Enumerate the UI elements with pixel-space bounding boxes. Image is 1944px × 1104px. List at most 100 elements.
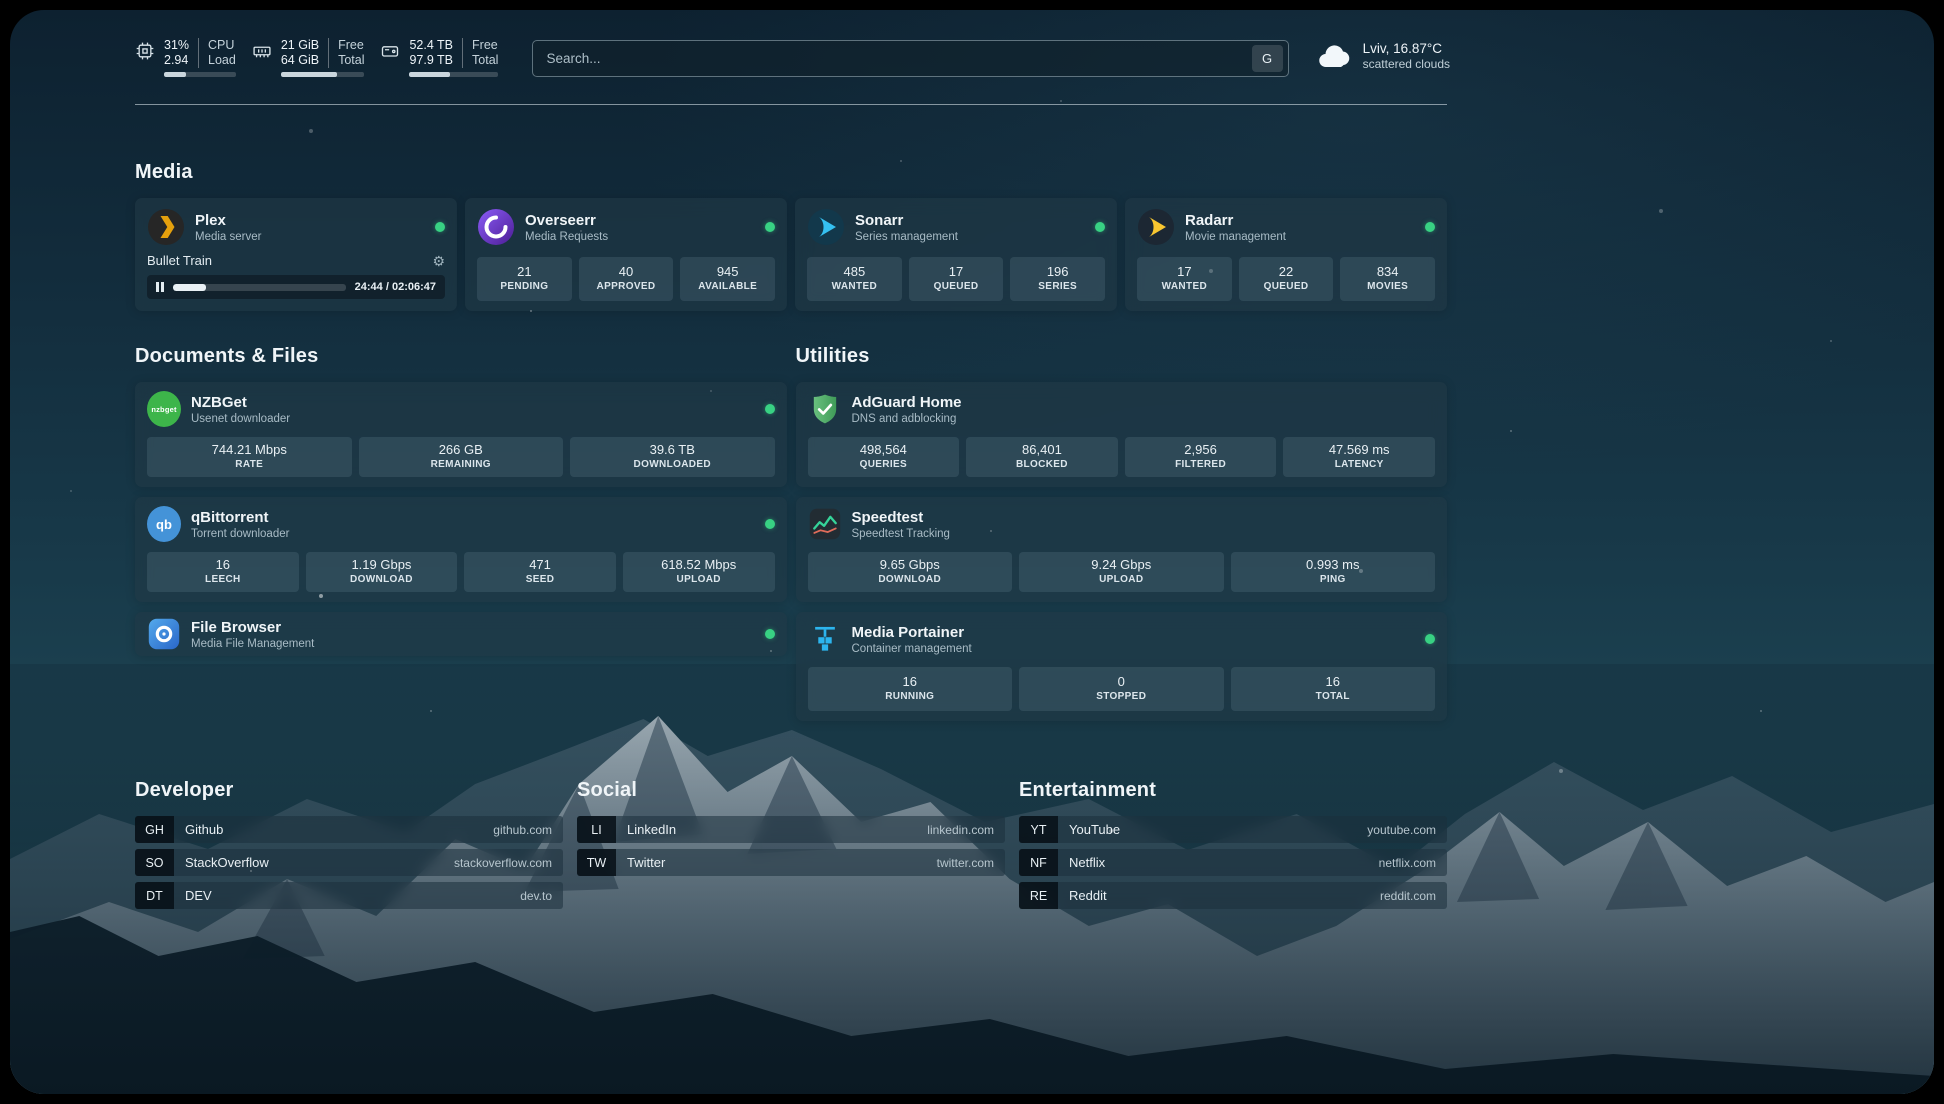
cpu-load-label: Load — [208, 53, 236, 68]
adguard-card[interactable]: AdGuard Home DNS and adblocking 498,564 … — [796, 382, 1448, 487]
ram-progress-bar — [281, 72, 365, 77]
stat-running: 16 RUNNING — [808, 667, 1013, 711]
pause-button[interactable] — [156, 282, 164, 292]
youtube-abbr: YT — [1019, 816, 1058, 843]
gear-icon[interactable]: ⚙ — [432, 254, 445, 268]
reddit-abbr: RE — [1019, 882, 1058, 909]
status-dot — [765, 519, 775, 529]
app-name: NZBGet — [191, 393, 290, 412]
window-frame: 31% 2.94 CPU Load — [0, 0, 1944, 1104]
header-divider — [135, 104, 1447, 105]
nzbget-card[interactable]: nzbget NZBGet Usenet downloader 744.21 M… — [135, 382, 787, 487]
overseerr-stats: 21 PENDING 40 APPROVED 945 AVAILABLE — [477, 257, 775, 301]
cpu-values: 31% 2.94 — [164, 38, 198, 68]
stat-label: LATENCY — [1285, 459, 1433, 471]
ram-icon — [252, 41, 272, 61]
cpu-progress-fill — [164, 72, 186, 77]
app-subtitle: Speedtest Tracking — [852, 527, 950, 541]
stat-value: 834 — [1342, 264, 1433, 280]
speedtest-card[interactable]: Speedtest Speedtest Tracking 9.65 Gbps D… — [796, 497, 1448, 602]
ram-labels: Free Total — [328, 38, 364, 68]
plex-card[interactable]: Plex Media server Bullet Train ⚙ — [135, 198, 457, 311]
sonarr-stats: 485 WANTED 17 QUEUED 196 SERIES — [807, 257, 1105, 301]
stat-blocked: 86,401 BLOCKED — [966, 437, 1118, 477]
overseerr-card[interactable]: Overseerr Media Requests 21 PENDING 40 A… — [465, 198, 787, 311]
app-subtitle: Series management — [855, 230, 958, 244]
stat-value: 86,401 — [968, 442, 1116, 458]
bookmark-twitter[interactable]: TW Twitter twitter.com — [577, 849, 1005, 876]
disk-progress-fill — [409, 72, 450, 77]
bookmark-youtube[interactable]: YT YouTube youtube.com — [1019, 816, 1447, 843]
stat-label: DOWNLOAD — [308, 574, 456, 586]
bookmark-name: Twitter — [616, 855, 665, 870]
cpu-readout: 31% 2.94 CPU Load — [164, 38, 236, 77]
stat-value: 0 — [1021, 674, 1222, 690]
plex-now-playing-row: Bullet Train ⚙ — [147, 253, 445, 268]
bookmark-github[interactable]: GH Github github.com — [135, 816, 563, 843]
cpu-labels: CPU Load — [198, 38, 236, 68]
weather-widget: Lviv, 16.87°C scattered clouds — [1317, 40, 1450, 72]
stat-upload: 9.24 Gbps UPLOAD — [1019, 552, 1224, 592]
stat-remaining: 266 GB REMAINING — [359, 437, 564, 477]
topbar: 31% 2.94 CPU Load — [135, 38, 1450, 88]
stat-label: QUEUED — [911, 281, 1002, 293]
bookmarks-grid: Developer GH Github github.com SO StackO… — [135, 779, 1447, 915]
stat-latency: 47.569 ms LATENCY — [1283, 437, 1435, 477]
stat-value: 618.52 Mbps — [625, 557, 773, 573]
bookmark-name: YouTube — [1058, 822, 1120, 837]
disk-monitor: 52.4 TB 97.9 TB Free Total — [380, 38, 498, 77]
search-provider-button[interactable]: G — [1252, 45, 1283, 72]
bookmark-linkedin[interactable]: LI LinkedIn linkedin.com — [577, 816, 1005, 843]
bookmark-name: Reddit — [1058, 888, 1107, 903]
netflix-abbr: NF — [1019, 849, 1058, 876]
playback-progress-bar[interactable] — [173, 284, 346, 291]
status-dot — [1425, 222, 1435, 232]
disk-values: 52.4 TB 97.9 TB — [409, 38, 462, 68]
stat-downloaded: 39.6 TB DOWNLOADED — [570, 437, 775, 477]
stat-approved: 40 APPROVED — [579, 257, 674, 301]
stat-label: REMAINING — [361, 459, 562, 471]
utilities-section-title: Utilities — [796, 345, 1448, 368]
ram-total-label: Total — [338, 53, 364, 68]
ram-total-value: 64 GiB — [281, 53, 319, 68]
filebrowser-header: File Browser Media File Management — [147, 617, 775, 651]
social-section-title: Social — [577, 779, 1005, 802]
stat-label: MOVIES — [1342, 281, 1433, 293]
app-name: Plex — [195, 211, 261, 230]
search-bar: G — [532, 40, 1288, 77]
search-input[interactable] — [546, 51, 1251, 66]
documents-section-title: Documents & Files — [135, 345, 787, 368]
bookmark-name: Github — [174, 822, 223, 837]
social-column: Social LI LinkedIn linkedin.com TW Twitt… — [577, 779, 1005, 882]
sonarr-card[interactable]: Sonarr Series management 485 WANTED 17 Q… — [795, 198, 1117, 311]
bookmark-url: youtube.com — [1367, 823, 1447, 837]
speedtest-stats: 9.65 Gbps DOWNLOAD 9.24 Gbps UPLOAD 0.99… — [808, 552, 1436, 592]
qbittorrent-stats: 16 LEECH 1.19 Gbps DOWNLOAD 471 SEED 6 — [147, 552, 775, 592]
ram-free-label: Free — [338, 38, 364, 53]
app-name: File Browser — [191, 618, 314, 637]
plex-player: 24:44 / 02:06:47 — [147, 275, 445, 299]
stat-value: 17 — [911, 264, 1002, 280]
bookmark-dev[interactable]: DT DEV dev.to — [135, 882, 563, 909]
stat-value: 16 — [149, 557, 297, 573]
stat-value: 17 — [1139, 264, 1230, 280]
qbittorrent-card[interactable]: qb qBittorrent Torrent downloader 16 LEE… — [135, 497, 787, 602]
stat-label: DOWNLOADED — [572, 459, 773, 471]
radarr-card[interactable]: Radarr Movie management 17 WANTED 22 QUE… — [1125, 198, 1447, 311]
sonarr-header: Sonarr Series management — [807, 208, 1105, 246]
ram-monitor: 21 GiB 64 GiB Free Total — [252, 38, 365, 77]
stat-label: AVAILABLE — [682, 281, 773, 293]
stat-label: SERIES — [1012, 281, 1103, 293]
adguard-titles: AdGuard Home DNS and adblocking — [852, 393, 962, 426]
bookmark-stackoverflow[interactable]: SO StackOverflow stackoverflow.com — [135, 849, 563, 876]
qbittorrent-icon-text: qb — [147, 506, 181, 542]
stat-value: 2,956 — [1127, 442, 1275, 458]
portainer-card[interactable]: Media Portainer Container management 16 … — [796, 612, 1448, 721]
bookmark-netflix[interactable]: NF Netflix netflix.com — [1019, 849, 1447, 876]
bookmark-url: stackoverflow.com — [454, 856, 563, 870]
filebrowser-card[interactable]: File Browser Media File Management — [135, 612, 787, 656]
stat-value: 0.993 ms — [1233, 557, 1434, 573]
bookmark-reddit[interactable]: RE Reddit reddit.com — [1019, 882, 1447, 909]
stat-label: APPROVED — [581, 281, 672, 293]
plex-icon — [147, 208, 185, 246]
